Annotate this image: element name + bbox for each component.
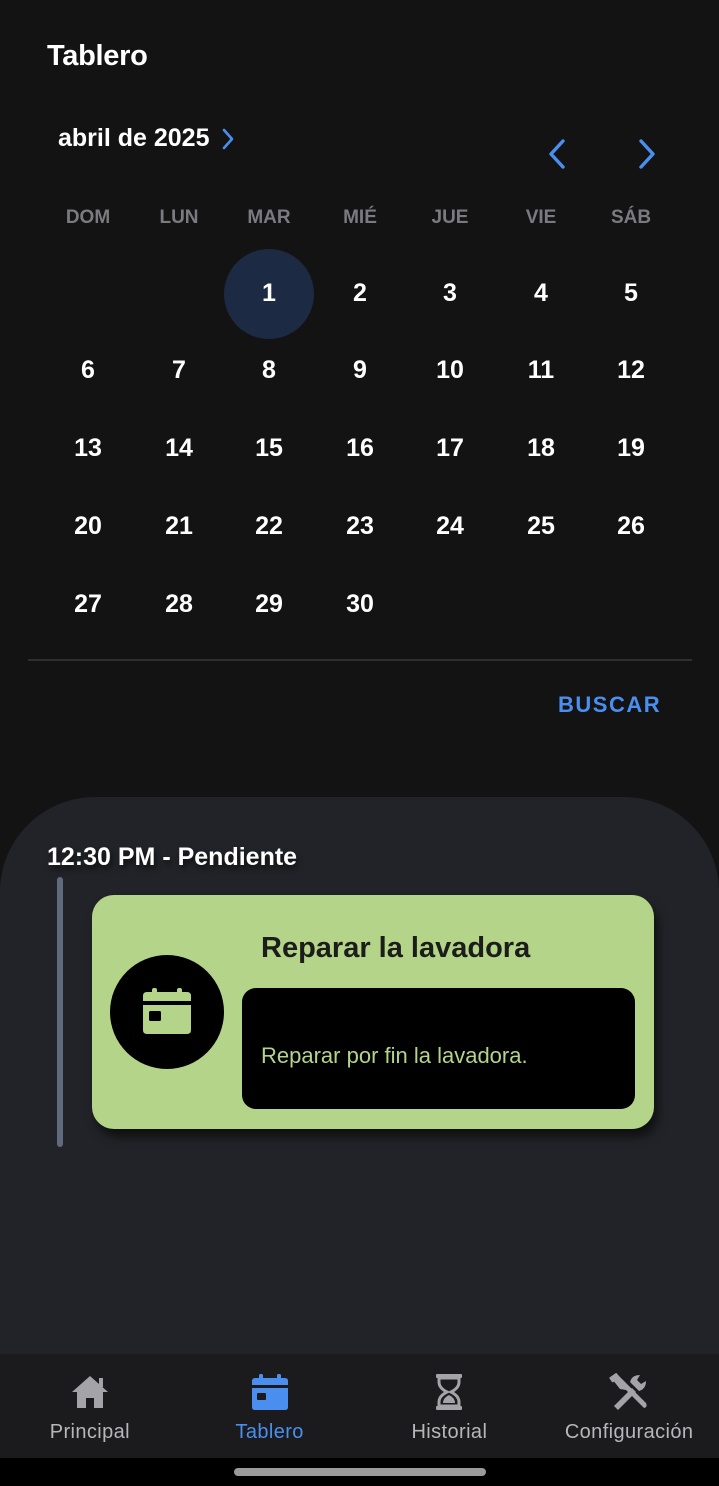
chevron-right-icon bbox=[221, 128, 241, 149]
event-description-box: Reparar por fin la lavadora. bbox=[242, 988, 635, 1109]
calendar-day[interactable]: 4 bbox=[496, 265, 586, 321]
calendar-day[interactable]: 14 bbox=[134, 421, 224, 477]
weekday-label: SÁB bbox=[610, 207, 652, 228]
calendar-day[interactable]: 15 bbox=[224, 421, 314, 477]
calendar-day[interactable]: 20 bbox=[43, 498, 133, 554]
calendar-day[interactable]: 25 bbox=[496, 498, 586, 554]
calendar-icon bbox=[143, 988, 191, 1034]
weekday-label: MIÉ bbox=[343, 207, 377, 228]
nav-label: Tablero bbox=[235, 1421, 304, 1443]
calendar-day[interactable]: 18 bbox=[496, 421, 586, 477]
calendar-day[interactable]: 30 bbox=[315, 576, 405, 632]
nav-label: Historial bbox=[411, 1421, 488, 1443]
calendar-day[interactable]: 21 bbox=[134, 498, 224, 554]
month-year-selector[interactable]: abril de 2025 bbox=[58, 124, 241, 153]
tools-icon bbox=[608, 1372, 650, 1412]
nav-item-historial[interactable]: Historial bbox=[360, 1354, 540, 1458]
calendar-day[interactable]: 29 bbox=[224, 576, 314, 632]
search-button[interactable]: BUSCAR bbox=[548, 688, 671, 722]
divider bbox=[28, 659, 692, 661]
home-indicator[interactable] bbox=[234, 1468, 486, 1476]
calendar-day[interactable]: 10 bbox=[405, 343, 495, 399]
event-time-status: 12:30 PM - Pendiente bbox=[47, 843, 298, 871]
month-year-label: abril de 2025 bbox=[58, 124, 210, 152]
nav-label: Principal bbox=[49, 1421, 131, 1443]
hourglass-icon bbox=[428, 1372, 470, 1412]
event-description: Reparar por fin la lavadora. bbox=[261, 1043, 528, 1068]
calendar-day[interactable]: 6 bbox=[43, 343, 133, 399]
calendar-day[interactable]: 7 bbox=[134, 343, 224, 399]
calendar-day[interactable]: 26 bbox=[586, 498, 676, 554]
calendar-day[interactable]: 24 bbox=[405, 498, 495, 554]
nav-item-principal[interactable]: Principal bbox=[0, 1354, 180, 1458]
weekday-label: DOM bbox=[65, 207, 111, 228]
previous-month-button[interactable] bbox=[539, 136, 575, 172]
weekday-label: MAR bbox=[247, 207, 291, 228]
calendar-day[interactable]: 27 bbox=[43, 576, 133, 632]
timeline-bar bbox=[57, 877, 63, 1147]
calendar-day[interactable]: 16 bbox=[315, 421, 405, 477]
calendar-day[interactable]: 11 bbox=[496, 343, 586, 399]
event-icon-badge bbox=[110, 955, 224, 1069]
weekday-label: LUN bbox=[159, 207, 199, 228]
nav-item-configuracion[interactable]: Configuración bbox=[539, 1354, 719, 1458]
calendar-day[interactable]: 5 bbox=[586, 265, 676, 321]
calendar-icon bbox=[249, 1372, 291, 1412]
home-icon bbox=[69, 1372, 111, 1412]
calendar-day[interactable]: 17 bbox=[405, 421, 495, 477]
calendar-day[interactable]: 19 bbox=[586, 421, 676, 477]
event-card[interactable]: Reparar la lavadora Reparar por fin la l… bbox=[92, 895, 654, 1129]
calendar-day[interactable]: 3 bbox=[405, 265, 495, 321]
chevron-left-icon bbox=[549, 139, 565, 169]
calendar-day-selected[interactable]: 1 bbox=[224, 265, 314, 321]
calendar-day[interactable]: 13 bbox=[43, 421, 133, 477]
weekday-label: VIE bbox=[525, 207, 557, 228]
nav-item-tablero[interactable]: Tablero bbox=[180, 1354, 360, 1458]
calendar-day[interactable]: 8 bbox=[224, 343, 314, 399]
nav-label: Configuración bbox=[564, 1421, 694, 1443]
calendar-day[interactable]: 23 bbox=[315, 498, 405, 554]
calendar-day[interactable]: 12 bbox=[586, 343, 676, 399]
chevron-right-icon bbox=[639, 139, 655, 169]
next-month-button[interactable] bbox=[629, 136, 665, 172]
calendar-day[interactable]: 2 bbox=[315, 265, 405, 321]
event-title: Reparar la lavadora bbox=[261, 932, 531, 964]
bottom-navigation: Principal Tablero Historial Configuració… bbox=[0, 1354, 719, 1458]
page-title: Tablero bbox=[47, 40, 148, 72]
calendar-day[interactable]: 28 bbox=[134, 576, 224, 632]
weekday-label: JUE bbox=[431, 207, 469, 228]
calendar-day[interactable]: 22 bbox=[224, 498, 314, 554]
calendar-day[interactable]: 9 bbox=[315, 343, 405, 399]
